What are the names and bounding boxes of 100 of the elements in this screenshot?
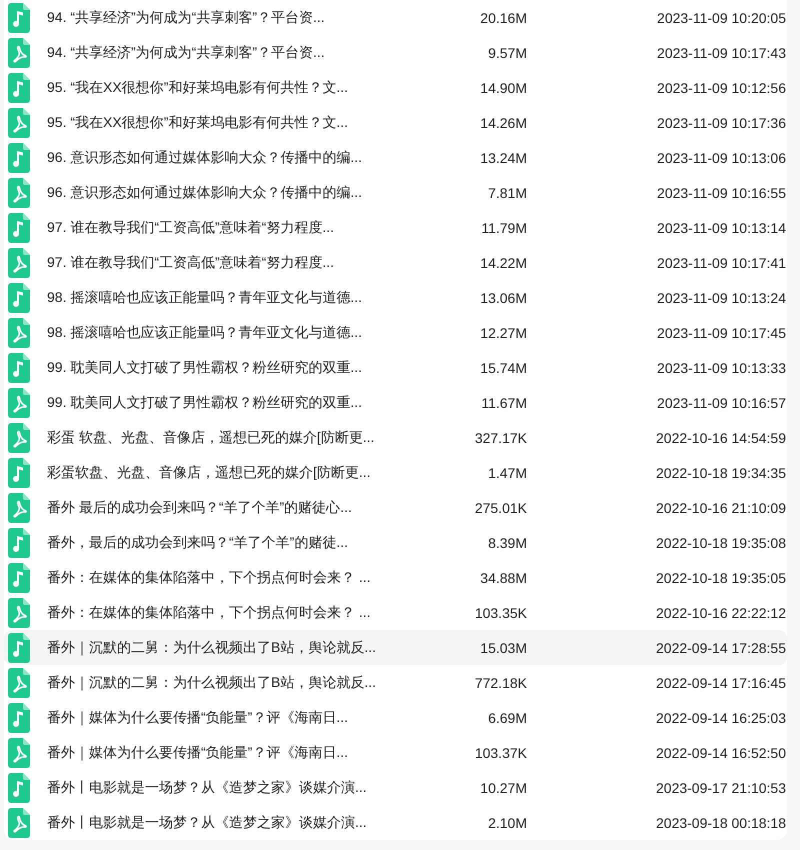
pdf-file-icon	[8, 388, 30, 418]
file-row[interactable]: 94. “共享经济”为何成为“共享刺客”？平台资... 20.16M 2023-11-09 10:20:05	[4, 0, 787, 35]
audio-file-icon	[8, 2, 30, 32]
modified-date: 2023-09-17 21:10:53	[656, 780, 786, 796]
file-name: 96. 意识形态如何通过媒体影响大众？传播中的编...	[46, 184, 362, 202]
modified-date: 2023-09-18 00:18:18	[656, 814, 786, 830]
audio-file-icon	[8, 352, 30, 382]
modified-date: 2022-10-18 19:34:35	[656, 464, 786, 480]
file-row[interactable]: 99. 耽美同人文打破了男性霸权？粉丝研究的双重... 11.67M 2023-11-09 10:16:57	[4, 385, 787, 420]
file-name: 番外 最后的成功会到来吗？“羊了个羊”的赌徒心...	[46, 498, 352, 516]
file-row[interactable]: 95. “我在XX很想你”和好莱坞电影有何共性？文... 14.26M 2023-11-09 10:17:36	[4, 105, 787, 140]
modified-date: 2022-09-14 17:16:45	[656, 674, 786, 690]
modified-date: 2023-11-09 10:17:36	[657, 114, 786, 130]
file-row[interactable]: 番外 最后的成功会到来吗？“羊了个羊”的赌徒心... 275.01K 2022-10-16 21:10:09	[4, 490, 787, 525]
file-row[interactable]: 95. “我在XX很想你”和好莱坞电影有何共性？文... 14.90M 2023-11-09 10:12:56	[4, 70, 787, 105]
file-row[interactable]: 97. 谁在教导我们“工资高低”意味着“努力程度... 11.79M 2023-11-09 10:13:14	[4, 210, 787, 245]
audio-file-icon	[8, 142, 30, 172]
modified-date: 2023-11-09 10:16:57	[657, 394, 786, 410]
modified-date: 2022-10-16 14:54:59	[656, 430, 786, 446]
pdf-file-icon	[8, 248, 30, 278]
modified-date: 2022-09-14 17:28:55	[656, 640, 786, 656]
file-row[interactable]: 番外｜媒体为什么要传播“负能量”？评《海南日... 6.69M 2022-09-14 16:25:03	[4, 700, 787, 735]
file-name: 番外，最后的成功会到来吗？“羊了个羊”的赌徒...	[46, 534, 348, 552]
pdf-file-icon	[8, 492, 30, 522]
file-size: 7.81M	[488, 184, 527, 200]
pdf-file-icon	[8, 318, 30, 348]
pdf-file-icon	[8, 668, 30, 698]
pdf-file-icon	[8, 738, 30, 768]
file-row[interactable]: 彩蛋软盘、光盘、音像店，遥想已死的媒介[防断更... 1.47M 2022-10-18 19:34:35	[4, 455, 787, 490]
modified-date: 2023-11-09 10:17:43	[657, 44, 786, 60]
pdf-file-icon	[8, 178, 30, 208]
audio-file-icon	[8, 528, 30, 558]
file-size: 15.03M	[480, 640, 527, 656]
file-row[interactable]: 彩蛋 软盘、光盘、音像店，遥想已死的媒介[防断更... 327.17K 2022-10-16 14:54:59	[4, 420, 787, 455]
modified-date: 2023-11-09 10:13:24	[657, 290, 786, 306]
file-name: 番外：在媒体的集体陷落中，下个拐点何时会来？ ...	[46, 568, 371, 586]
file-size: 6.69M	[488, 710, 527, 726]
modified-date: 2022-10-18 19:35:05	[656, 570, 786, 586]
modified-date: 2022-10-18 19:35:08	[656, 534, 786, 550]
modified-date: 2023-11-09 10:13:33	[657, 360, 786, 376]
file-row[interactable]: 番外｜沉默的二舅：为什么视频出了B站，舆论就反... 15.03M 2022-09-14 17:28:55	[4, 630, 787, 665]
file-row[interactable]: 98. 摇滚嘻哈也应该正能量吗？青年亚文化与道德... 12.27M 2023-11-09 10:17:45	[4, 315, 787, 350]
file-name: 95. “我在XX很想你”和好莱坞电影有何共性？文...	[46, 114, 348, 132]
modified-date: 2022-09-14 16:52:50	[656, 744, 786, 760]
modified-date: 2023-11-09 10:17:41	[657, 254, 786, 270]
file-row[interactable]: 番外：在媒体的集体陷落中，下个拐点何时会来？ ... 103.35K 2022-10-16 22:22:12	[4, 595, 787, 630]
file-name: 番外｜媒体为什么要传播“负能量”？评《海南日...	[46, 708, 348, 726]
file-row[interactable]: 番外｜媒体为什么要传播“负能量”？评《海南日... 103.37K 2022-09-14 16:52:50	[4, 735, 787, 770]
file-row[interactable]: 96. 意识形态如何通过媒体影响大众？传播中的编... 13.24M 2023-11-09 10:13:06	[4, 140, 787, 175]
file-name: 99. 耽美同人文打破了男性霸权？粉丝研究的双重...	[46, 394, 362, 412]
file-name: 98. 摇滚嘻哈也应该正能量吗？青年亚文化与道德...	[46, 324, 362, 342]
audio-file-icon	[8, 772, 30, 802]
pdf-file-icon	[8, 598, 30, 628]
file-row[interactable]: 98. 摇滚嘻哈也应该正能量吗？青年亚文化与道德... 13.06M 2023-11-09 10:13:24	[4, 280, 787, 315]
pdf-file-icon	[8, 108, 30, 138]
file-row[interactable]: 番外：在媒体的集体陷落中，下个拐点何时会来？ ... 34.88M 2022-10-18 19:35:05	[4, 560, 787, 595]
file-size: 11.79M	[481, 220, 527, 236]
file-name: 97. 谁在教导我们“工资高低”意味着“努力程度...	[46, 218, 334, 236]
file-row[interactable]: 番外，最后的成功会到来吗？“羊了个羊”的赌徒... 8.39M 2022-10-18 19:35:08	[4, 525, 787, 560]
file-name: 番外｜沉默的二舅：为什么视频出了B站，舆论就反...	[46, 674, 376, 692]
file-name: 96. 意识形态如何通过媒体影响大众？传播中的编...	[46, 148, 362, 166]
audio-file-icon	[8, 562, 30, 592]
modified-date: 2023-11-09 10:12:56	[657, 80, 786, 96]
modified-date: 2023-11-09 10:17:45	[657, 324, 786, 340]
audio-file-icon	[8, 458, 30, 488]
audio-file-icon	[8, 72, 30, 102]
modified-date: 2023-11-09 10:13:14	[657, 220, 786, 236]
file-size: 275.01K	[474, 500, 527, 516]
audio-file-icon	[8, 212, 30, 242]
file-row[interactable]: 96. 意识形态如何通过媒体影响大众？传播中的编... 7.81M 2023-11-09 10:16:55	[4, 175, 787, 210]
file-row[interactable]: 番外丨电影就是一场梦？从《造梦之家》谈媒介演... 10.27M 2023-09-17 21:10:53	[4, 770, 787, 805]
file-name: 番外：在媒体的集体陷落中，下个拐点何时会来？ ...	[46, 604, 371, 622]
file-row[interactable]: 番外丨电影就是一场梦？从《造梦之家》谈媒介演... 2.10M 2023-09-18 00:18:18	[4, 805, 787, 840]
file-name: 番外｜媒体为什么要传播“负能量”？评《海南日...	[46, 744, 348, 762]
file-name: 番外｜沉默的二舅：为什么视频出了B站，舆论就反...	[46, 638, 376, 656]
modified-date: 2022-09-14 16:25:03	[656, 710, 786, 726]
file-name: 98. 摇滚嘻哈也应该正能量吗？青年亚文化与道德...	[46, 288, 362, 306]
audio-file-icon	[8, 282, 30, 312]
modified-date: 2023-11-09 10:20:05	[657, 10, 786, 26]
file-size: 103.35K	[474, 604, 527, 620]
file-row[interactable]: 番外｜沉默的二舅：为什么视频出了B站，舆论就反... 772.18K 2022-09-14 17:16:45	[4, 665, 787, 700]
file-size: 13.24M	[480, 150, 527, 166]
file-name: 彩蛋 软盘、光盘、音像店，遥想已死的媒介[防断更...	[46, 428, 374, 446]
file-size: 8.39M	[488, 534, 527, 550]
file-name: 94. “共享经济”为何成为“共享刺客”？平台资...	[46, 44, 325, 62]
modified-date: 2023-11-09 10:16:55	[657, 184, 786, 200]
file-size: 14.26M	[480, 114, 527, 130]
audio-file-icon	[8, 632, 30, 662]
file-name: 彩蛋软盘、光盘、音像店，遥想已死的媒介[防断更...	[46, 464, 371, 482]
modified-date: 2022-10-16 21:10:09	[656, 500, 786, 516]
file-row[interactable]: 97. 谁在教导我们“工资高低”意味着“努力程度... 14.22M 2023-11-09 10:17:41	[4, 245, 787, 280]
file-size: 12.27M	[480, 324, 527, 340]
file-row[interactable]: 99. 耽美同人文打破了男性霸权？粉丝研究的双重... 15.74M 2023-11-09 10:13:33	[4, 350, 787, 385]
file-size: 15.74M	[480, 360, 527, 376]
file-row[interactable]: 94. “共享经济”为何成为“共享刺客”？平台资... 9.57M 2023-11-09 10:17:43	[4, 35, 787, 70]
file-name: 番外丨电影就是一场梦？从《造梦之家》谈媒介演...	[46, 814, 367, 832]
file-size: 34.88M	[480, 570, 527, 586]
file-size: 14.22M	[480, 254, 527, 270]
file-size: 20.16M	[480, 10, 527, 26]
file-name: 97. 谁在教导我们“工资高低”意味着“努力程度...	[46, 254, 334, 272]
